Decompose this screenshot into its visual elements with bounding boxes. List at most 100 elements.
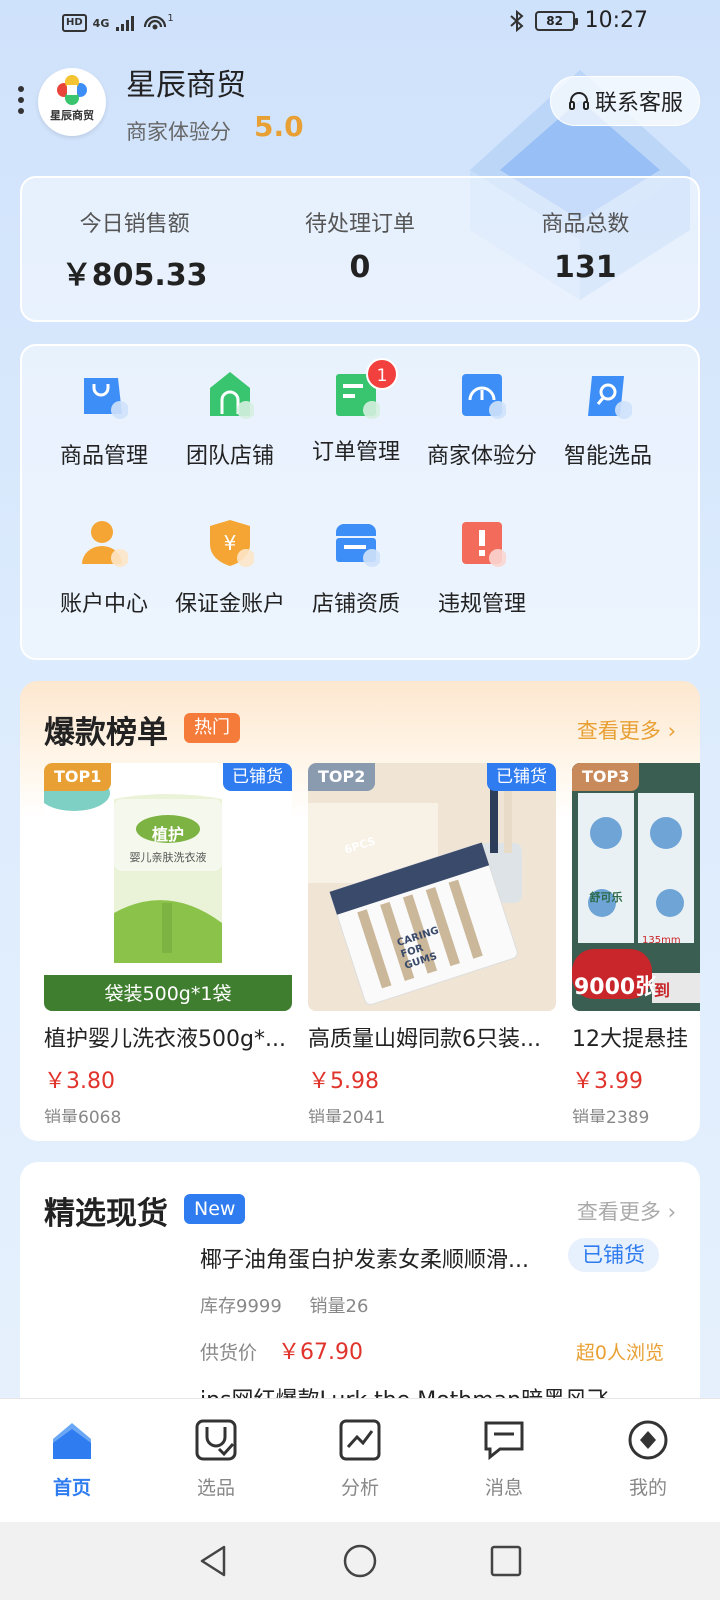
stock-view-more-link[interactable]: 查看更多 › bbox=[577, 1196, 676, 1226]
view-more-label: 查看更多 bbox=[576, 719, 661, 743]
home-icon bbox=[53, 1423, 91, 1459]
menu-label: 商家体验分 bbox=[426, 444, 537, 469]
clock: 10:27 bbox=[584, 8, 648, 33]
product-image: 植护 婴儿亲肤洗衣液 袋装500g*1袋 TOP1 已铺货 bbox=[44, 763, 292, 1011]
stat-sales[interactable]: 今日销售额 ￥805.33 bbox=[22, 178, 247, 320]
menu-label: 账户中心 bbox=[59, 592, 148, 617]
bluetooth-icon bbox=[509, 9, 524, 32]
menu-item-smart-selection[interactable]: 智能选品 bbox=[544, 370, 672, 470]
menu-label: 商品管理 bbox=[59, 444, 148, 469]
shop-name: 星辰商贸 bbox=[126, 68, 246, 103]
nav-home[interactable]: 首页 bbox=[0, 1399, 144, 1522]
battery-indicator: 82 bbox=[534, 10, 578, 31]
nav-label: 我的 bbox=[628, 1477, 667, 1499]
menu-item-store-qualification[interactable]: 店铺资质 bbox=[292, 518, 420, 618]
nav-label: 消息 bbox=[484, 1477, 523, 1499]
nav-label: 选品 bbox=[196, 1477, 235, 1499]
menu-label: 智能选品 bbox=[563, 444, 652, 469]
product-card[interactable]: 6PCS CARING FOR GUMS TOP2 已铺货 高质量山姆同款6只装… bbox=[308, 763, 556, 1123]
view-count: 超0人浏览 bbox=[575, 1342, 664, 1364]
order-icon-wrap: 1 bbox=[332, 358, 398, 420]
hot-view-more-link[interactable]: 查看更多 › bbox=[577, 715, 676, 745]
gauge-icon bbox=[462, 374, 507, 419]
signal-icon bbox=[116, 16, 135, 31]
stat-label: 商品总数 bbox=[541, 212, 630, 237]
system-nav-bar bbox=[0, 1522, 720, 1600]
stat-product-total[interactable]: 商品总数 131 bbox=[473, 178, 698, 320]
toothbrush-image bbox=[308, 763, 556, 1011]
product-card[interactable]: 植护 婴儿亲肤洗衣液 袋装500g*1袋 TOP1 已铺货 植护婴儿洗衣液500… bbox=[44, 763, 292, 1123]
menu-label: 订单管理 bbox=[311, 440, 400, 465]
contact-service-label: 联系客服 bbox=[594, 91, 683, 116]
stock-sales: 销量26 bbox=[309, 1296, 369, 1317]
menu-item-deposit-account[interactable]: ¥ 保证金账户 bbox=[166, 518, 294, 618]
rank-badge: TOP1 bbox=[44, 763, 112, 791]
supply-price: ￥67.90 bbox=[278, 1340, 363, 1365]
back-icon[interactable] bbox=[196, 1543, 232, 1579]
product-size-print: 135mm bbox=[642, 935, 681, 946]
menu-item-merchant-score[interactable]: 商家体验分 bbox=[418, 370, 546, 470]
product-image: 舒可乐 135mm 9000张 到 TOP3 bbox=[572, 763, 700, 1011]
nav-label: 分析 bbox=[340, 1477, 379, 1499]
shop-avatar[interactable]: 星辰商贸 bbox=[38, 68, 106, 136]
listed-badge: 已铺货 bbox=[487, 763, 556, 791]
rank-badge: TOP2 bbox=[308, 763, 376, 791]
nav-analysis[interactable]: 分析 bbox=[288, 1399, 432, 1522]
stats-card: 今日销售额 ￥805.33 待处理订单 0 商品总数 131 bbox=[20, 176, 700, 322]
product-sales: 销量2389 bbox=[572, 1108, 650, 1123]
stock-quantity: 库存9999 bbox=[200, 1296, 282, 1317]
stat-value: 131 bbox=[554, 250, 617, 285]
view-more-label: 查看更多 bbox=[576, 1200, 661, 1224]
menu-item-account-center[interactable]: 账户中心 bbox=[40, 518, 168, 618]
nav-select-product[interactable]: 选品 bbox=[144, 1399, 288, 1522]
user-icon bbox=[82, 521, 129, 567]
nav-profile[interactable]: 我的 bbox=[576, 1399, 720, 1522]
new-tag: New bbox=[184, 1194, 246, 1224]
search-icon bbox=[588, 376, 633, 419]
hot-product-list[interactable]: 植护 婴儿亲肤洗衣液 袋装500g*1袋 TOP1 已铺货 植护婴儿洗衣液500… bbox=[44, 763, 700, 1123]
laundry-detergent-image bbox=[44, 775, 292, 1011]
shopping-bag-icon bbox=[84, 378, 129, 419]
product-desc-print: 婴儿亲肤洗衣液 bbox=[129, 851, 207, 864]
hotspot-count: 1 bbox=[167, 12, 174, 24]
stat-pending-orders[interactable]: 待处理订单 0 bbox=[247, 178, 472, 320]
stock-product-name[interactable]: 椰子油角蛋白护发素女柔顺顺滑... bbox=[200, 1242, 556, 1274]
selected-stock-section: 精选现货 New 查看更多 › 椰子油角蛋白护发素女柔顺顺滑... 已铺货 库存… bbox=[20, 1162, 700, 1422]
product-name: 高质量山姆同款6只装... bbox=[308, 1027, 541, 1052]
function-menu: 商品管理 团队店铺 1 订单管理 商家体验分 智能选品 账户中心 ¥ 保证金账户… bbox=[20, 344, 700, 660]
contact-service-button[interactable]: 联系客服 bbox=[550, 76, 700, 126]
stock-meta: 库存9999 销量26 bbox=[200, 1292, 390, 1318]
product-count-print: 9000张 bbox=[574, 975, 658, 1000]
store-icon bbox=[210, 372, 255, 419]
product-image: 6PCS CARING FOR GUMS TOP2 已铺货 bbox=[308, 763, 556, 1011]
score-value: 5.0 bbox=[254, 110, 304, 143]
profile-icon bbox=[628, 1420, 668, 1460]
supply-price-label: 供货价 bbox=[200, 1342, 258, 1364]
menu-label: 违规管理 bbox=[437, 592, 526, 617]
stat-value: 0 bbox=[349, 250, 371, 285]
product-card[interactable]: 舒可乐 135mm 9000张 到 TOP3 12大提悬挂 ￥3.99 销量23… bbox=[572, 763, 700, 1123]
menu-label: 店铺资质 bbox=[311, 592, 400, 617]
menu-item-violation-management[interactable]: 违规管理 bbox=[418, 518, 546, 618]
select-product-icon bbox=[195, 1419, 237, 1461]
nav-messages[interactable]: 消息 bbox=[432, 1399, 576, 1522]
status-left: HD 4G 1 bbox=[62, 12, 174, 34]
message-icon bbox=[484, 1421, 524, 1461]
menu-item-order-management[interactable]: 1 订单管理 bbox=[292, 358, 420, 466]
home-circle-icon[interactable] bbox=[342, 1543, 378, 1579]
headset-icon bbox=[568, 92, 589, 110]
menu-item-product-management[interactable]: 商品管理 bbox=[40, 370, 168, 470]
more-menu-icon[interactable] bbox=[18, 86, 24, 119]
recents-icon[interactable] bbox=[488, 1543, 524, 1579]
hotspot-icon bbox=[144, 15, 167, 30]
hot-tag: 热门 bbox=[184, 713, 240, 743]
stat-value: ￥805.33 bbox=[61, 258, 208, 293]
chart-icon bbox=[339, 1419, 381, 1461]
stock-product-thumbnail[interactable] bbox=[44, 1242, 184, 1382]
status-right: 82 10:27 bbox=[509, 8, 648, 33]
chevron-right-icon: › bbox=[667, 719, 676, 743]
menu-item-team-store[interactable]: 团队店铺 bbox=[166, 370, 294, 470]
order-badge: 1 bbox=[366, 358, 398, 390]
rank-badge: TOP3 bbox=[572, 763, 640, 791]
shop-logo-icon bbox=[57, 75, 87, 105]
